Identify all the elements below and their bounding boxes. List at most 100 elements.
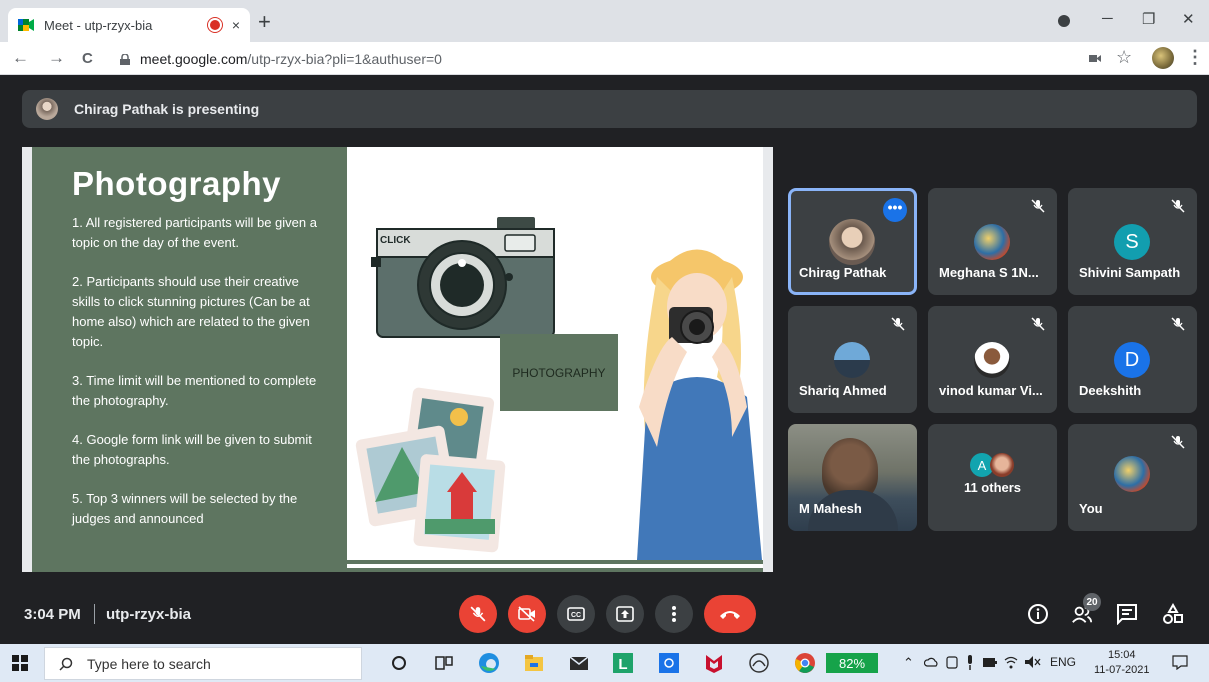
more-options-button[interactable] xyxy=(655,595,693,633)
tab-title: Meet - utp-rzyx-bia xyxy=(44,17,153,33)
presenting-banner: Chirag Pathak is presenting xyxy=(22,90,1197,128)
participant-name: Shivini Sampath xyxy=(1079,265,1181,280)
chrome-menu-icon[interactable]: ⋮ xyxy=(1186,47,1204,68)
reload-button[interactable]: C xyxy=(82,50,93,67)
onedrive-icon[interactable] xyxy=(924,657,938,667)
meet-favicon-icon xyxy=(18,19,34,31)
slide-rule: 3. Time limit will be mentioned to compl… xyxy=(72,373,317,408)
settings-app-icon[interactable] xyxy=(748,652,770,674)
minimize-button[interactable]: ─ xyxy=(1102,10,1113,27)
svg-text:CC: CC xyxy=(571,612,581,619)
camera-in-use-icon[interactable] xyxy=(1089,54,1101,63)
browser-toolbar: ← → C meet.google.com/utp-rzyx-bia?pli=1… xyxy=(0,42,1209,75)
bookmark-star-icon[interactable]: ☆ xyxy=(1116,47,1132,68)
browser-tab-meet[interactable]: Meet - utp-rzyx-bia × xyxy=(8,8,250,42)
profile-avatar[interactable] xyxy=(1152,47,1174,69)
present-screen-icon xyxy=(616,606,634,622)
url-host: meet.google.com xyxy=(140,51,248,67)
mic-off-icon xyxy=(1031,317,1045,331)
mic-off-icon xyxy=(891,317,905,331)
windows-start-icon[interactable] xyxy=(12,655,28,671)
avatar-initial: S xyxy=(1114,224,1150,260)
file-explorer-icon[interactable] xyxy=(523,652,545,674)
search-icon xyxy=(59,657,73,671)
video-off-icon xyxy=(518,606,535,622)
microphone-toggle-button[interactable] xyxy=(459,595,497,633)
url-path: /utp-rzyx-bia?pli=1&authuser=0 xyxy=(247,51,442,67)
cortana-icon[interactable] xyxy=(388,652,410,674)
mail-icon[interactable] xyxy=(568,652,590,674)
app-l-icon[interactable]: L xyxy=(612,652,634,674)
presentation-frame: Photography 1. All registered participan… xyxy=(22,147,773,572)
leave-call-button[interactable] xyxy=(704,595,756,633)
language-indicator[interactable]: ENG xyxy=(1050,655,1076,669)
chrome-icon[interactable] xyxy=(794,652,816,674)
more-options-button[interactable]: ••• xyxy=(883,198,907,222)
captions-button[interactable]: CC xyxy=(557,595,595,633)
mcafee-icon[interactable] xyxy=(703,652,725,674)
mic-off-icon xyxy=(1171,199,1185,213)
participant-name: Deekshith xyxy=(1079,383,1142,398)
forward-button[interactable]: → xyxy=(48,48,65,68)
window-close-button[interactable]: ✕ xyxy=(1182,10,1195,28)
restore-button[interactable]: ❐ xyxy=(1142,10,1155,28)
participant-tile-shariq[interactable]: Shariq Ahmed xyxy=(788,306,917,413)
back-button[interactable]: ← xyxy=(12,48,29,68)
battery-indicator[interactable]: 82% xyxy=(826,653,878,673)
camera-toggle-button[interactable] xyxy=(508,595,546,633)
recording-indicator-icon xyxy=(209,20,220,30)
mic-off-icon xyxy=(470,606,486,622)
participant-tile-others[interactable]: A 11 others xyxy=(928,424,1057,531)
avatar xyxy=(829,219,875,265)
volume-muted-icon[interactable] xyxy=(1025,656,1041,668)
microphone-tray-icon[interactable] xyxy=(966,655,974,670)
battery-tray-icon[interactable] xyxy=(983,658,997,667)
mic-off-icon xyxy=(1171,435,1185,449)
address-bar[interactable]: meet.google.com/utp-rzyx-bia?pli=1&authu… xyxy=(108,46,1088,72)
taskbar-search-input[interactable]: Type here to search xyxy=(44,647,362,680)
chat-icon[interactable] xyxy=(1116,603,1138,625)
participant-name: Chirag Pathak xyxy=(799,265,887,280)
presenting-text: Chirag Pathak is presenting xyxy=(74,101,260,117)
hang-up-icon xyxy=(720,611,740,619)
participant-tile-deekshith[interactable]: D Deekshith xyxy=(1068,306,1197,413)
participant-tile-shivini[interactable]: S Shivini Sampath xyxy=(1068,188,1197,295)
avatar xyxy=(974,342,1010,378)
new-tab-button[interactable]: + xyxy=(258,11,271,33)
more-vert-icon xyxy=(672,606,676,622)
system-clock[interactable]: 15:04 11-07-2021 xyxy=(1094,648,1149,678)
mic-off-icon xyxy=(1031,199,1045,213)
wifi-icon[interactable] xyxy=(1004,656,1018,669)
slide-rule: 1. All registered participants will be g… xyxy=(72,215,317,250)
lock-icon xyxy=(120,53,130,65)
edge-icon[interactable] xyxy=(478,652,500,674)
mic-off-icon xyxy=(1171,317,1185,331)
tab-close-button[interactable]: × xyxy=(232,17,240,33)
meeting-controls-bar: 3:04 PM utp-rzyx-bia CC 20 xyxy=(0,586,1209,644)
participant-tile-meghana[interactable]: Meghana S 1N... xyxy=(928,188,1057,295)
system-date: 11-07-2021 xyxy=(1094,664,1150,676)
outlook-icon[interactable] xyxy=(658,652,680,674)
photography-label-box: PHOTOGRAPHY xyxy=(500,334,618,411)
participant-name: You xyxy=(1079,501,1103,516)
activities-icon[interactable] xyxy=(1162,603,1184,625)
meeting-details-icon[interactable] xyxy=(1027,603,1049,625)
participant-tile-mahesh[interactable]: M Mahesh xyxy=(788,424,917,531)
browser-tab-strip: Meet - utp-rzyx-bia × + ─ ❐ ✕ xyxy=(0,0,1209,42)
notifications-icon[interactable] xyxy=(1172,655,1188,670)
slide-rule: 5. Top 3 winners will be selected by the… xyxy=(72,491,298,526)
windows-taskbar: Type here to search L 82% ⌃ ENG 15:04 11… xyxy=(0,644,1209,682)
present-now-button[interactable] xyxy=(606,595,644,633)
closed-captions-icon: CC xyxy=(567,607,585,621)
task-view-icon[interactable] xyxy=(433,652,455,674)
slide-rule: 2. Participants should use their creativ… xyxy=(72,274,310,349)
slide-illustration: CLICK PHOTOGRAPHY xyxy=(347,147,763,560)
participant-tile-you[interactable]: You xyxy=(1068,424,1197,531)
participant-tile-chirag-pathak[interactable]: ••• Chirag Pathak xyxy=(788,188,917,295)
chrome-account-icon[interactable] xyxy=(1058,15,1070,27)
participant-tile-vinod[interactable]: vinod kumar Vi... xyxy=(928,306,1057,413)
meet-tray-icon[interactable] xyxy=(946,656,958,669)
tray-overflow-icon[interactable]: ⌃ xyxy=(903,655,914,671)
url-text: meet.google.com/utp-rzyx-bia?pli=1&authu… xyxy=(140,51,442,67)
avatar-initial: D xyxy=(1114,342,1150,378)
